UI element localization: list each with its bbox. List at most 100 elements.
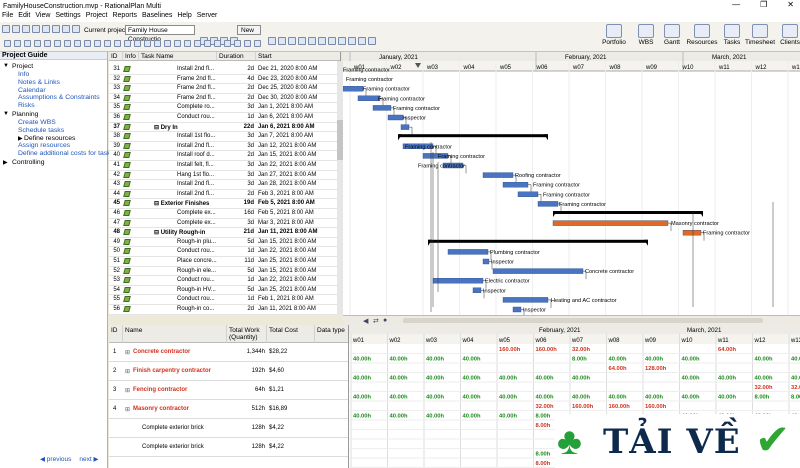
guide-section-project[interactable]: Project <box>12 63 33 70</box>
next-link[interactable]: next ▶ <box>79 456 98 463</box>
menu-item-file[interactable]: File <box>2 12 13 22</box>
view-button-portfolio[interactable]: Portfolio <box>598 24 630 50</box>
link-icon[interactable]: ⇄ <box>373 317 379 325</box>
new-button[interactable]: New <box>237 25 261 35</box>
current-project-select[interactable]: Family House Constructio <box>125 25 195 43</box>
resource-grid-header[interactable]: ID <box>109 325 123 343</box>
task-row[interactable]: 52 Rough-in ele... 5d Jan 15, 2021 8:00 AM <box>109 267 340 277</box>
task-row[interactable]: 39 Install 2nd fl... 3d Jan 12, 2021 8:00 A… <box>109 142 340 152</box>
resource-row[interactable]: Complete exterior brick 128h $4,22 <box>109 438 348 457</box>
task-row[interactable]: 46 Complete ex... 16d Feb 5, 2021 8:00 AM <box>109 209 340 219</box>
resource-row[interactable]: 2 ⊞ Finish carpentry contractor 192h $4,60 <box>109 362 348 381</box>
toolbar-icon-12[interactable] <box>268 37 276 45</box>
toolbar-icon-b1[interactable] <box>14 40 21 47</box>
expand-plus-icon[interactable]: ⊞ <box>125 349 130 356</box>
task-row[interactable]: 49 Rough-in plu... 5d Jan 15, 2021 8:00 AM <box>109 238 340 248</box>
task-bar[interactable] <box>502 297 549 303</box>
expand-arrow-icon[interactable]: ▼ <box>3 63 9 69</box>
task-bar[interactable] <box>432 277 484 284</box>
task-bar[interactable] <box>357 95 381 101</box>
toolbar-icon-b3[interactable] <box>34 40 41 47</box>
task-row[interactable]: 48 ⊟ Utility Rough-in 21d Jan 11, 2021 8:00… <box>109 228 340 238</box>
task-row[interactable]: 33 Frame 2nd fl... 2d Dec 25, 2020 8:00 AM <box>109 84 340 94</box>
left-arrow-icon[interactable]: ◀ <box>363 317 368 325</box>
resource-grid-header[interactable]: Data type <box>315 325 348 343</box>
task-row[interactable]: 44 Install 2nd fl... 2d Feb 3, 2021 8:00 AM <box>109 190 340 200</box>
maximize-icon[interactable]: ❐ <box>760 0 767 9</box>
task-row[interactable]: 31 Install 2nd fl... 2d Dec 21, 2020 8:00 A… <box>109 65 340 75</box>
view-button-clients[interactable]: Clients <box>774 24 800 50</box>
toolbar-icon-b8[interactable] <box>84 40 91 47</box>
task-row[interactable]: 56 Rough-in co... 2d Jan 11, 2021 8:00 AM <box>109 305 340 315</box>
toolbar-icon-13[interactable] <box>278 37 286 45</box>
toolbar-icon-1[interactable] <box>12 25 20 33</box>
task-grid-header[interactable]: Duration <box>217 52 256 61</box>
toolbar-icon-4[interactable] <box>42 25 50 33</box>
toolbar-icon-3[interactable] <box>32 25 40 33</box>
task-row[interactable]: 43 Install 2nd fl... 3d Jan 28, 2021 8:00 A… <box>109 180 340 190</box>
toolbar-icon-17[interactable] <box>318 37 326 45</box>
summary-bar[interactable] <box>428 239 648 243</box>
summary-bar[interactable] <box>398 134 548 138</box>
guide-item[interactable]: Define additional costs for tasks <box>18 150 114 157</box>
expand-plus-icon[interactable]: ⊞ <box>125 368 130 375</box>
toolbar-icon-b20[interactable] <box>204 40 211 47</box>
task-grid-header[interactable]: Info <box>123 52 139 61</box>
task-row[interactable]: 40 Install roof d... 2d Jan 15, 2021 8:00 A… <box>109 151 340 161</box>
toolbar-icon-15[interactable] <box>298 37 306 45</box>
toolbar-icon-5[interactable] <box>52 25 60 33</box>
task-bar[interactable] <box>387 114 404 121</box>
toolbar-icon-14[interactable] <box>288 37 296 45</box>
toolbar-icon-22[interactable] <box>368 37 376 45</box>
task-row[interactable]: 53 Conduct rou... 1d Jan 22, 2021 8:00 AM <box>109 276 340 286</box>
resource-row[interactable]: 3 ⊞ Fencing contractor 64h $1,21 <box>109 381 348 400</box>
guide-item[interactable]: Assign resources <box>18 142 70 149</box>
expand-arrow-icon[interactable]: ▶ <box>3 159 8 166</box>
menu-item-baselines[interactable]: Baselines <box>142 12 172 22</box>
resource-row[interactable]: 1 ⊞ Concrete contractor 1,344h $28,22 <box>109 343 348 362</box>
guide-item[interactable]: Assumptions & Constraints <box>18 94 100 101</box>
resource-row[interactable]: Complete exterior brick 128h $4,22 <box>109 419 348 438</box>
toolbar-icon-b7[interactable] <box>74 40 81 47</box>
expand-plus-icon[interactable]: ⊞ <box>125 406 130 413</box>
task-bar[interactable] <box>552 220 669 226</box>
toolbar-icon-b21[interactable] <box>214 40 221 47</box>
guide-section-controlling[interactable]: Controlling <box>12 159 45 166</box>
toolbar-icon-7[interactable] <box>72 25 80 33</box>
toolbar-icon-2[interactable] <box>22 25 30 33</box>
menu-item-project[interactable]: Project <box>86 12 108 22</box>
task-row[interactable]: 34 Frame 2nd fl... 2d Dec 30, 2020 8:00 AM <box>109 94 340 104</box>
toolbar-icon-b16[interactable] <box>164 40 171 47</box>
toolbar-icon-21[interactable] <box>358 37 366 45</box>
task-grid-header[interactable]: Task Name <box>139 52 217 61</box>
toolbar-icon-b22[interactable] <box>224 40 231 47</box>
resource-row[interactable]: 4 ⊞ Masonry contractor 512h $16,89 <box>109 400 348 419</box>
toolbar-icon-16[interactable] <box>308 37 316 45</box>
guide-item[interactable]: Risks <box>18 102 35 109</box>
previous-link[interactable]: ◀ previous <box>40 456 71 463</box>
menu-item-view[interactable]: View <box>35 12 50 22</box>
guide-item[interactable]: Define resources <box>24 135 75 142</box>
task-row[interactable]: 42 Hang 1st flo... 3d Jan 27, 2021 8:00 AM <box>109 171 340 181</box>
resource-grid-header[interactable]: Total Work (Quantity) <box>227 325 267 343</box>
view-button-timesheet[interactable]: Timesheet <box>744 24 776 50</box>
toolbar-icon-b23[interactable] <box>234 40 241 47</box>
toolbar-icon-19[interactable] <box>338 37 346 45</box>
task-bar[interactable] <box>512 306 522 313</box>
task-bar[interactable] <box>372 105 392 111</box>
task-row[interactable]: 47 Complete ex... 3d Mar 3, 2021 8:00 AM <box>109 219 340 229</box>
task-row[interactable]: 32 Frame 2nd fl... 4d Dec 23, 2020 8:00 AM <box>109 75 340 85</box>
task-bar[interactable] <box>400 124 410 130</box>
toolbar-icon-b0[interactable] <box>4 40 11 47</box>
task-bar[interactable] <box>472 287 482 294</box>
task-bar[interactable] <box>682 229 702 236</box>
gantt-horizontal-scrollbar[interactable]: ◀ ⇄ ● <box>343 315 800 325</box>
guide-item[interactable]: Schedule tasks <box>18 127 64 134</box>
task-bar[interactable] <box>502 181 529 188</box>
toolbar-icon-b17[interactable] <box>174 40 181 47</box>
task-row[interactable]: 38 Install 1st flo... 3d Jan 7, 2021 8:00 A… <box>109 132 340 142</box>
task-bar[interactable] <box>517 191 539 198</box>
menu-item-help[interactable]: Help <box>177 12 191 22</box>
guide-item[interactable]: Notes & Links <box>18 79 60 86</box>
guide-item[interactable]: Info <box>18 71 29 78</box>
